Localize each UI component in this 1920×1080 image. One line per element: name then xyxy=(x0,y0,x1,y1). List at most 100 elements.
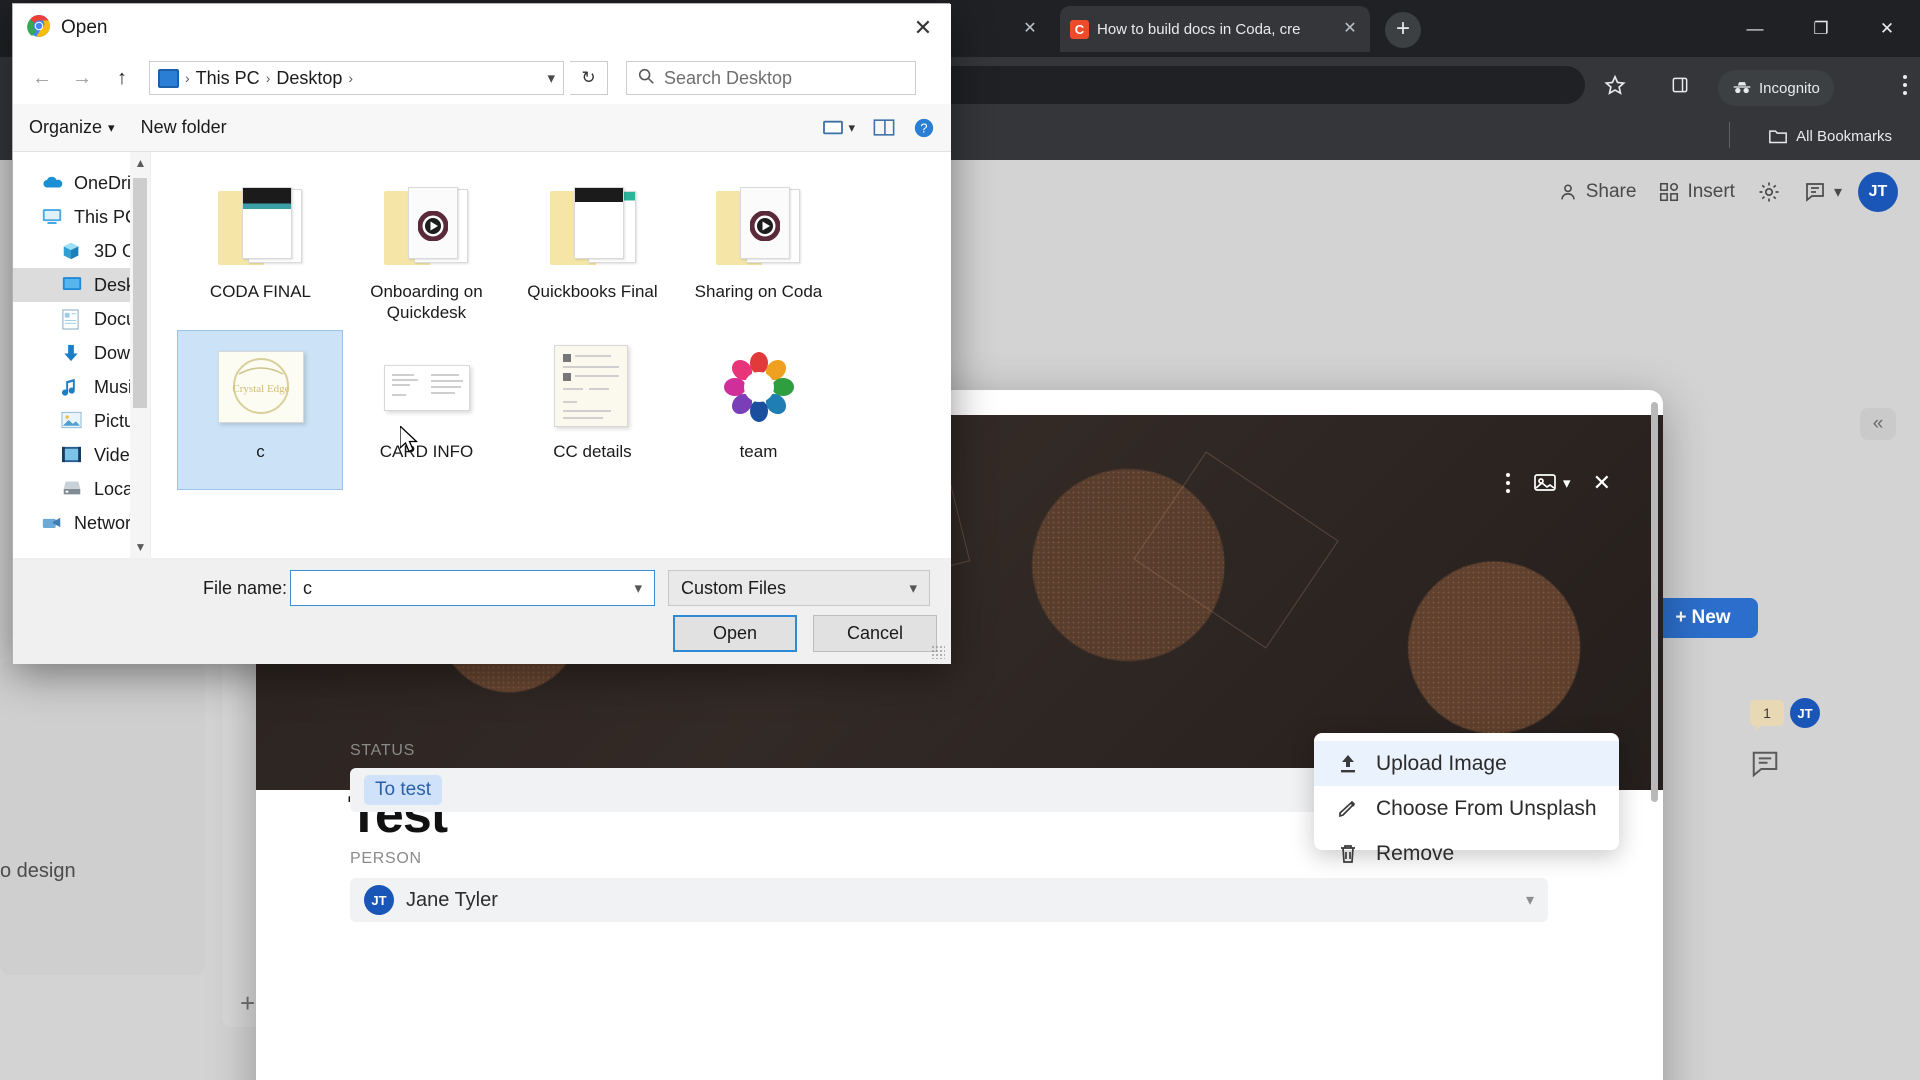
scroll-down-icon[interactable]: ▼ xyxy=(130,536,150,558)
preview-pane-icon[interactable] xyxy=(873,118,895,137)
menu-item-choose-unsplash[interactable]: Choose From Unsplash xyxy=(1314,786,1619,831)
file-item-quickbooks-final[interactable]: Quickbooks Final xyxy=(509,170,675,330)
pencil-icon xyxy=(1336,797,1360,821)
organize-label: Organize xyxy=(29,117,103,137)
image-thumbnail: Crystal Edge xyxy=(210,341,310,433)
person-name: Jane Tyler xyxy=(406,888,498,911)
file-item-card-info[interactable]: CARD INFO xyxy=(343,330,509,490)
add-comment-icon[interactable] xyxy=(1750,750,1782,780)
all-bookmarks-button[interactable]: All Bookmarks xyxy=(1768,122,1892,150)
network-icon xyxy=(41,513,63,533)
forward-icon[interactable]: → xyxy=(65,61,99,95)
file-item-onboarding-quickdesk[interactable]: Onboarding on Quickdesk xyxy=(343,170,509,330)
resize-grip[interactable] xyxy=(931,645,945,659)
videos-icon xyxy=(61,445,83,465)
folder-icon xyxy=(708,181,808,273)
side-panel-icon[interactable] xyxy=(1665,70,1695,100)
search-input[interactable]: Search Desktop xyxy=(626,61,916,95)
document-thumbnail xyxy=(542,341,642,433)
breadcrumb-separator: › xyxy=(348,70,354,86)
hero-image-options-icon[interactable]: ▾ xyxy=(1533,472,1571,494)
breadcrumb-separator: › xyxy=(185,70,190,86)
hero-more-icon[interactable] xyxy=(1505,472,1511,494)
person-field-label: PERSON xyxy=(350,850,422,867)
sidebar-item-label: This PC xyxy=(74,206,139,227)
breadcrumb-dropdown-icon[interactable]: ▾ xyxy=(547,69,555,87)
menu-item-upload-image[interactable]: Upload Image xyxy=(1314,741,1619,786)
settings-button[interactable] xyxy=(1751,175,1787,209)
person-icon xyxy=(1560,184,1575,200)
bg-add-icon[interactable]: + xyxy=(240,988,255,1019)
folder-icon xyxy=(376,181,476,273)
file-item-sharing-on-coda[interactable]: Sharing on Coda xyxy=(675,170,841,330)
new-folder-button[interactable]: New folder xyxy=(141,117,227,138)
dialog-title: Open xyxy=(61,17,108,38)
incognito-icon xyxy=(1733,82,1751,94)
menu-item-label: Choose From Unsplash xyxy=(1376,796,1597,820)
person-field[interactable]: JT Jane Tyler ▾ xyxy=(350,878,1548,922)
image-options-menu: Upload Image Choose From Unsplash Remove xyxy=(1314,733,1619,865)
browser-tab-2[interactable]: C How to build docs in Coda, cre ✕ xyxy=(1060,6,1370,52)
dialog-sidebar: OneDrive - Personal This PC 3D Objects xyxy=(13,152,152,558)
sidebar-avatar[interactable]: JT xyxy=(1790,698,1820,728)
new-tab-button[interactable]: + xyxy=(1385,12,1421,48)
chevron-down-icon[interactable]: ▾ xyxy=(1526,890,1534,910)
modal-scrollbar[interactable] xyxy=(1651,402,1658,802)
help-icon[interactable]: ? xyxy=(913,117,935,139)
file-item-c[interactable]: Crystal Edge c xyxy=(177,330,344,490)
file-name: Sharing on Coda xyxy=(694,282,823,301)
search-icon xyxy=(637,67,655,90)
chevron-down-icon[interactable]: ▾ xyxy=(909,579,917,597)
background-card-left xyxy=(0,660,205,975)
browser-menu-icon[interactable] xyxy=(1890,70,1920,100)
modal-close-icon[interactable]: ✕ xyxy=(1593,470,1611,496)
search-placeholder: Search Desktop xyxy=(664,67,793,88)
new-row-button[interactable]: + New xyxy=(1648,598,1758,638)
insert-label: Insert xyxy=(1687,181,1735,202)
maximize-icon[interactable]: ❐ xyxy=(1788,0,1854,57)
file-name-input[interactable]: c ▾ xyxy=(290,570,655,606)
back-icon[interactable]: ← xyxy=(25,61,59,95)
dialog-close-icon[interactable]: ✕ xyxy=(895,4,951,52)
incognito-indicator[interactable]: Incognito xyxy=(1718,70,1834,106)
music-icon xyxy=(61,377,83,397)
close-icon[interactable]: ✕ xyxy=(1340,19,1360,39)
file-item-coda-final[interactable]: CODA FINAL xyxy=(177,170,343,330)
open-file-dialog: Open ✕ ← → ↑ › This PC › Desktop › ▾ ↻ S… xyxy=(12,3,951,664)
close-window-icon[interactable]: ✕ xyxy=(1854,0,1920,57)
bookmark-star-icon[interactable] xyxy=(1600,70,1630,100)
breadcrumb-desktop[interactable]: Desktop xyxy=(276,68,342,89)
chevron-down-icon[interactable]: ▾ xyxy=(634,579,642,597)
file-item-cc-details[interactable]: CC details xyxy=(509,330,675,490)
scroll-up-icon[interactable]: ▲ xyxy=(130,152,150,174)
cancel-button[interactable]: Cancel xyxy=(813,615,937,652)
file-type-select[interactable]: Custom Files ▾ xyxy=(668,570,930,606)
user-avatar[interactable]: JT xyxy=(1858,172,1898,212)
file-item-team[interactable]: team xyxy=(675,330,841,490)
share-button[interactable]: Share xyxy=(1551,176,1643,208)
svg-text:Crystal Edge: Crystal Edge xyxy=(233,383,290,395)
dialog-command-bar: Organize ▾ New folder ▾ ? xyxy=(13,104,951,152)
up-icon[interactable]: ↑ xyxy=(105,61,139,95)
status-chip: To test xyxy=(364,775,442,805)
view-mode-icon[interactable]: ▾ xyxy=(822,119,855,137)
insert-button[interactable]: Insert xyxy=(1652,176,1741,208)
scrollbar-thumb[interactable] xyxy=(133,178,148,408)
sidebar-scrollbar[interactable]: ▲ ▼ xyxy=(130,152,151,558)
organize-button[interactable]: Organize ▾ xyxy=(29,117,115,138)
gear-icon xyxy=(1759,182,1779,202)
comment-count-badge[interactable]: 1 xyxy=(1750,700,1784,731)
breadcrumb-this-pc[interactable]: This PC xyxy=(196,68,260,89)
pictures-icon xyxy=(61,411,83,431)
comments-button[interactable]: ▾ xyxy=(1797,175,1848,209)
tab-title: How to build docs in Coda, cre xyxy=(1097,20,1301,38)
close-icon[interactable]: ✕ xyxy=(1020,19,1040,39)
grid-icon xyxy=(1660,182,1679,202)
collapse-panel-icon[interactable]: « xyxy=(1860,408,1896,440)
menu-item-remove[interactable]: Remove xyxy=(1314,831,1619,876)
breadcrumb[interactable]: › This PC › Desktop › ▾ xyxy=(149,61,564,95)
open-button[interactable]: Open xyxy=(673,615,797,652)
window-controls: — ❐ ✕ xyxy=(1722,0,1920,57)
minimize-icon[interactable]: — xyxy=(1722,0,1788,57)
refresh-icon[interactable]: ↻ xyxy=(570,61,608,95)
